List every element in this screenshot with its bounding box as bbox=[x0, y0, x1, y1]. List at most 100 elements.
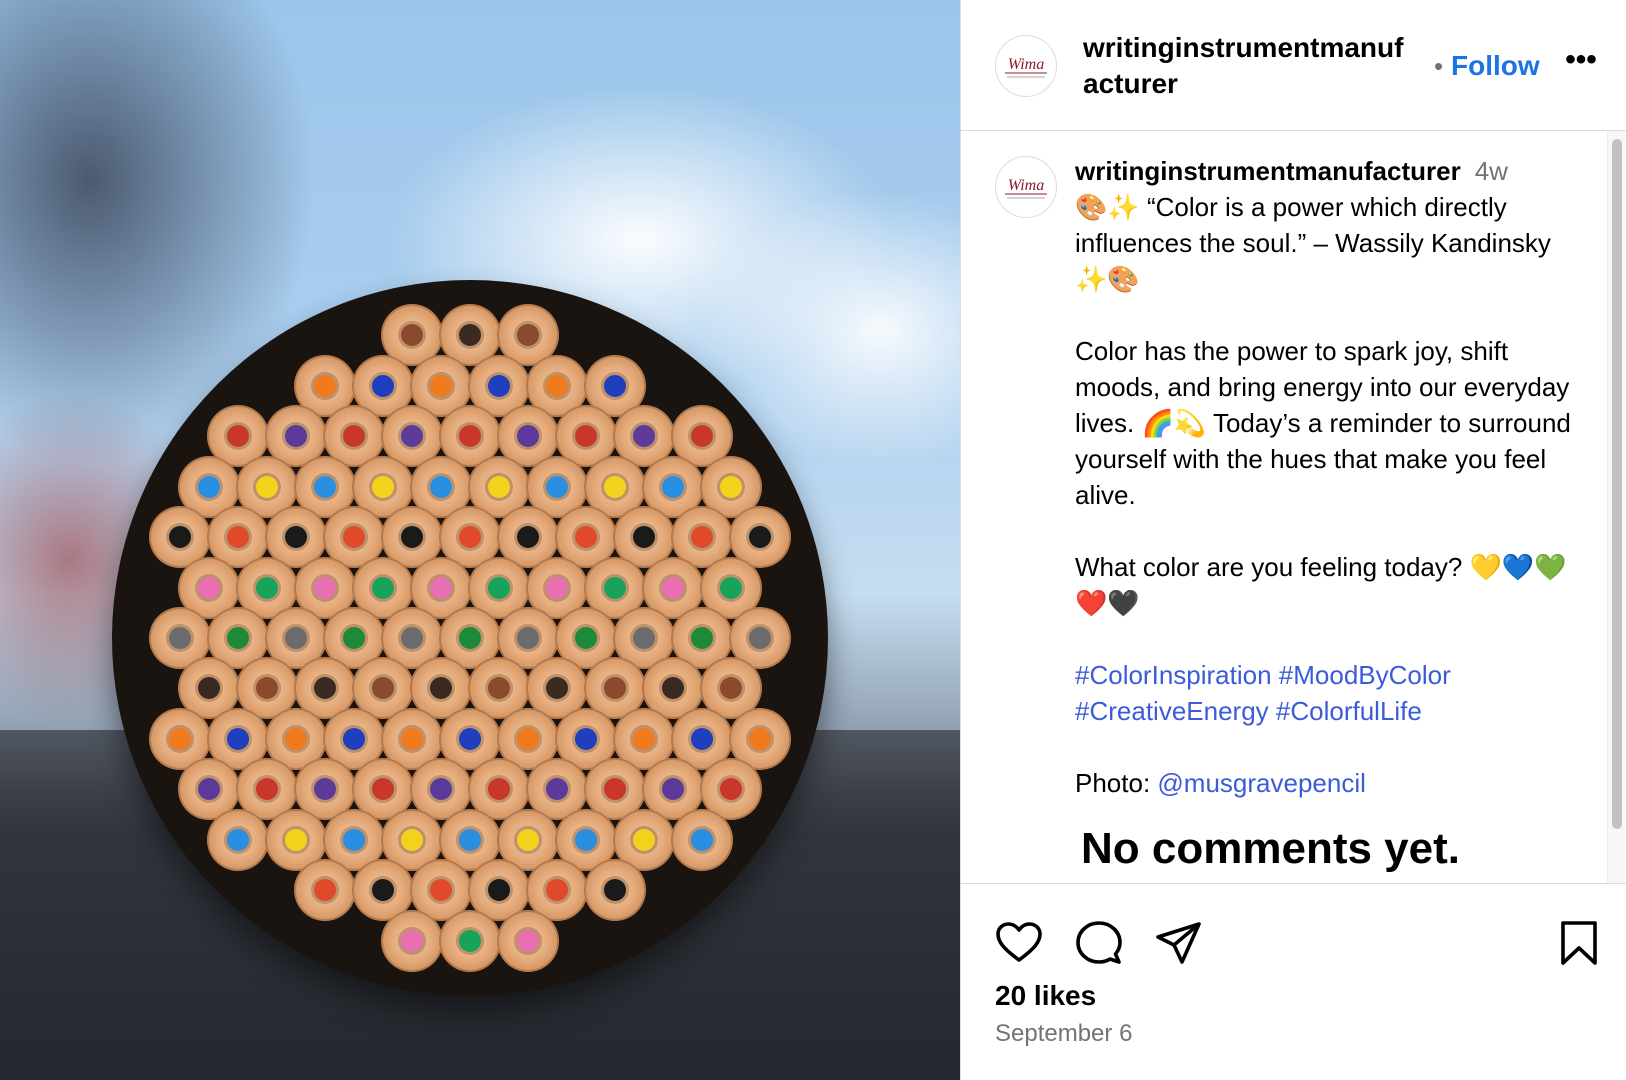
pencil-lead bbox=[169, 727, 191, 750]
pencil-end bbox=[497, 909, 559, 972]
pencil-lead bbox=[662, 677, 684, 700]
hashtag-link[interactable]: #CreativeEnergy bbox=[1075, 696, 1269, 726]
pencil-lead bbox=[169, 627, 191, 649]
pencil-lead bbox=[227, 828, 249, 851]
pencil-lead bbox=[546, 778, 568, 801]
post-side-panel: Wima writinginstrumentmanufacturer • Fol… bbox=[960, 0, 1626, 1080]
pencil-lead bbox=[488, 677, 510, 700]
wima-logo-icon: Wima bbox=[1005, 56, 1047, 78]
pencil-lead bbox=[517, 627, 539, 649]
caption-scrollbar[interactable] bbox=[1607, 131, 1625, 883]
pencil-lead bbox=[604, 374, 626, 397]
caption-time[interactable]: 4w bbox=[1475, 156, 1508, 186]
pencil-lead bbox=[546, 576, 568, 599]
photo-credit-label: Photo: bbox=[1075, 768, 1151, 798]
post-date[interactable]: September 6 bbox=[995, 1018, 1132, 1050]
pencil-lead bbox=[517, 929, 539, 952]
profile-avatar[interactable]: Wima bbox=[995, 35, 1057, 97]
colored-pencil-bundle bbox=[0, 0, 960, 1080]
caption-scroll-area[interactable]: Wima writinginstrumentmanufacturer 4w 🎨✨ … bbox=[961, 131, 1626, 883]
bookmark-icon bbox=[1561, 921, 1597, 965]
scrollbar-thumb[interactable] bbox=[1612, 139, 1622, 829]
caption-question: What color are you feeling today? 💛💙💚❤️🖤 bbox=[1075, 552, 1567, 618]
pencil-lead bbox=[662, 475, 684, 498]
pencil-lead bbox=[749, 627, 771, 649]
pencil-lead bbox=[604, 475, 626, 498]
pencil-lead bbox=[401, 929, 423, 952]
pencil-lead bbox=[517, 727, 539, 750]
pencil-lead bbox=[372, 475, 394, 498]
pencil-lead bbox=[256, 677, 278, 700]
caption-author[interactable]: writinginstrumentmanufacturer bbox=[1075, 156, 1461, 186]
pencil-lead bbox=[604, 576, 626, 599]
post-actions: 20 likes September 6 bbox=[961, 883, 1626, 1080]
pencil-end bbox=[294, 859, 356, 922]
pencil-lead bbox=[604, 879, 626, 902]
pencil-lead bbox=[227, 627, 249, 649]
pencil-lead bbox=[401, 828, 423, 851]
pencil-lead bbox=[662, 778, 684, 801]
pencil-lead bbox=[256, 778, 278, 801]
pencil-lead bbox=[691, 727, 713, 750]
pencil-lead bbox=[488, 778, 510, 801]
pencil-lead bbox=[285, 526, 307, 549]
pencil-lead bbox=[314, 677, 336, 700]
likes-count[interactable]: 20 likes bbox=[995, 978, 1096, 1014]
pencil-lead bbox=[198, 576, 220, 599]
no-comments-label: No comments yet. bbox=[1081, 824, 1460, 873]
pencil-lead bbox=[430, 576, 452, 599]
pencil-lead bbox=[430, 374, 452, 397]
pencil-lead bbox=[459, 526, 481, 549]
pencil-lead bbox=[343, 828, 365, 851]
pencil-lead bbox=[604, 677, 626, 700]
caption-hashtags: #ColorInspiration #MoodByColor #Creative… bbox=[1075, 657, 1580, 729]
pencil-lead bbox=[488, 576, 510, 599]
pencil-lead bbox=[517, 526, 539, 549]
pencil-lead bbox=[285, 828, 307, 851]
separator-dot: • bbox=[1434, 51, 1444, 81]
pencil-lead bbox=[575, 526, 597, 549]
hashtag-link[interactable]: #MoodByColor bbox=[1279, 660, 1451, 690]
pencil-lead bbox=[430, 677, 452, 700]
like-button[interactable] bbox=[994, 918, 1044, 968]
pencil-lead bbox=[575, 425, 597, 448]
photo-credit-mention[interactable]: @musgravepencil bbox=[1157, 768, 1365, 798]
pencil-lead bbox=[546, 879, 568, 902]
pencil-lead bbox=[314, 879, 336, 902]
pencil-lead bbox=[575, 727, 597, 750]
pencil-lead bbox=[227, 727, 249, 750]
hashtag-link[interactable]: #ColorfulLife bbox=[1276, 696, 1422, 726]
save-button[interactable] bbox=[1554, 918, 1604, 968]
pencil-lead bbox=[459, 929, 481, 952]
pencil-lead bbox=[430, 778, 452, 801]
comment-button[interactable] bbox=[1074, 918, 1124, 968]
pencil-lead bbox=[459, 425, 481, 448]
pencil-lead bbox=[198, 677, 220, 700]
pencil-lead bbox=[749, 727, 771, 750]
pencil-lead bbox=[343, 526, 365, 549]
post-photo[interactable] bbox=[0, 0, 960, 1080]
pencil-end bbox=[207, 808, 269, 871]
hashtag-link[interactable]: #ColorInspiration bbox=[1075, 660, 1272, 690]
header-username[interactable]: writinginstrumentmanufacturer bbox=[1083, 30, 1413, 102]
pencil-lead bbox=[720, 677, 742, 700]
more-options-icon[interactable]: ••• bbox=[1561, 45, 1601, 84]
pencil-lead bbox=[633, 526, 655, 549]
pencil-lead bbox=[227, 425, 249, 448]
pencil-lead bbox=[633, 425, 655, 448]
caption-avatar[interactable]: Wima bbox=[995, 156, 1057, 218]
photo-credit: Photo: @musgravepencil bbox=[1075, 765, 1580, 801]
share-button[interactable] bbox=[1154, 918, 1204, 968]
pencil-lead bbox=[720, 576, 742, 599]
pencil-lead bbox=[314, 576, 336, 599]
pencil-lead bbox=[488, 374, 510, 397]
caption-paragraph: Color has the power to spark joy, shift … bbox=[1075, 336, 1571, 510]
follow-button[interactable]: Follow bbox=[1451, 48, 1540, 84]
pencil-lead bbox=[256, 576, 278, 599]
pencil-lead bbox=[546, 677, 568, 700]
pencil-lead bbox=[372, 576, 394, 599]
pencil-lead bbox=[285, 727, 307, 750]
pencil-lead bbox=[720, 475, 742, 498]
caption-quote: 🎨✨ “Color is a power which directly infl… bbox=[1075, 192, 1551, 294]
pencil-lead bbox=[691, 425, 713, 448]
